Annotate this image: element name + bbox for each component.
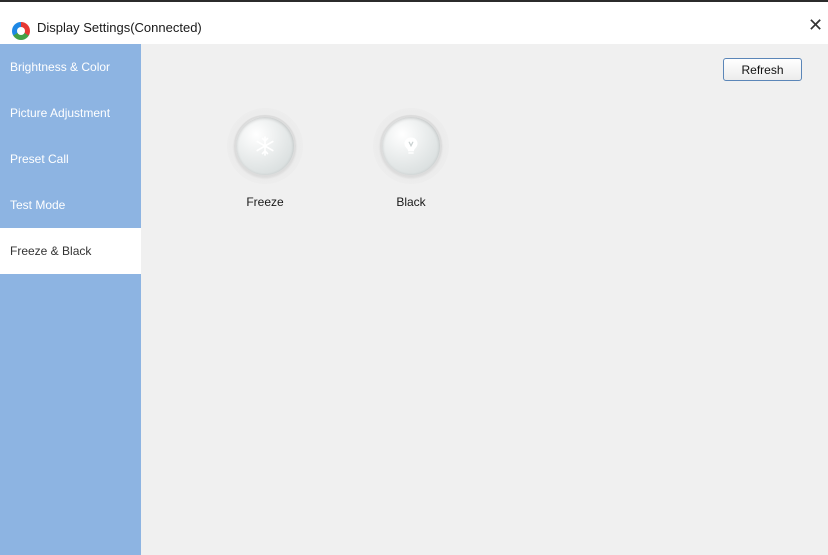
- black-label: Black: [396, 195, 426, 209]
- sidebar-item-label: Picture Adjustment: [10, 106, 111, 120]
- title-bar: Display Settings(Connected) ✕: [0, 2, 828, 44]
- sidebar-item-test-mode[interactable]: Test Mode: [0, 182, 141, 228]
- freeze-action: Freeze: [220, 108, 310, 209]
- display-settings-window: Display Settings(Connected) ✕ Brightness…: [0, 0, 828, 555]
- sidebar-item-label: Freeze & Black: [10, 244, 92, 258]
- sidebar-item-freeze-black[interactable]: Freeze & Black: [0, 228, 141, 274]
- refresh-button[interactable]: Refresh: [723, 58, 802, 81]
- sidebar-item-label: Brightness & Color: [10, 60, 111, 74]
- freeze-label: Freeze: [246, 195, 284, 209]
- sidebar-item-label: Preset Call: [10, 152, 69, 166]
- lightbulb-icon: [404, 137, 418, 154]
- sidebar-item-preset-call[interactable]: Preset Call: [0, 136, 141, 182]
- sidebar-item-label: Test Mode: [10, 198, 66, 212]
- black-button[interactable]: [380, 115, 442, 177]
- sidebar-item-picture-adjustment[interactable]: Picture Adjustment: [0, 90, 141, 136]
- black-action: Black: [366, 108, 456, 209]
- close-icon[interactable]: ✕: [808, 15, 828, 35]
- sidebar-item-brightness-color[interactable]: Brightness & Color: [0, 44, 141, 90]
- main-panel: Refresh Freeze Black: [141, 44, 828, 555]
- freeze-button[interactable]: [234, 115, 296, 177]
- snowflake-icon: [256, 136, 274, 156]
- black-button-halo: [373, 108, 449, 184]
- app-logo-icon: [12, 22, 30, 40]
- freeze-button-halo: [227, 108, 303, 184]
- window-title: Display Settings(Connected): [37, 20, 202, 35]
- sidebar: Brightness & Color Picture Adjustment Pr…: [0, 44, 141, 555]
